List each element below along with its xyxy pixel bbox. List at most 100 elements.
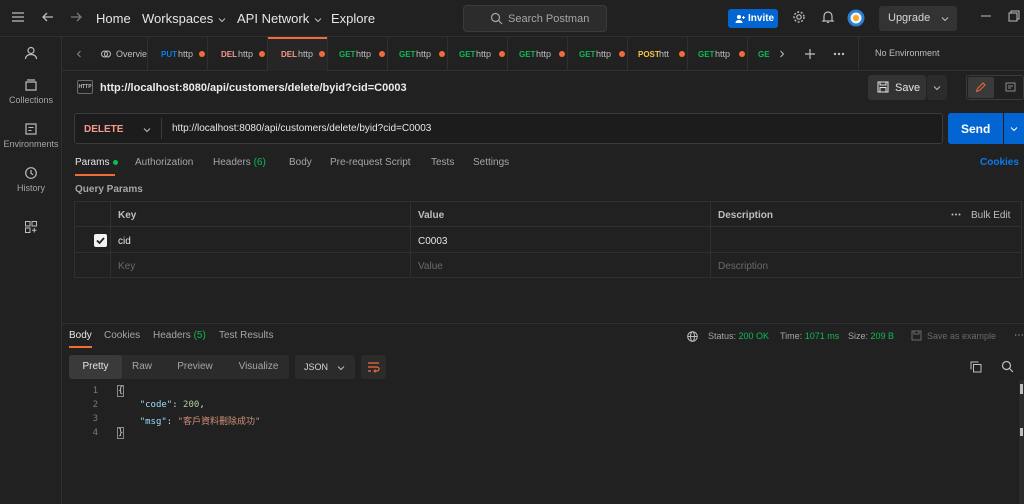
tab-request[interactable]: POST htt (628, 37, 688, 71)
back-arrow-icon[interactable] (41, 10, 57, 26)
response-tab-test-results[interactable]: Test Results (219, 330, 273, 341)
pane-divider[interactable] (62, 323, 1024, 324)
sidebar-item-label: Collections (8, 95, 54, 105)
notification-bell-icon[interactable] (821, 10, 837, 26)
tab-request[interactable]: GE (748, 37, 770, 71)
line-number: 3 (92, 414, 98, 424)
cookies-link[interactable]: Cookies (980, 157, 1019, 168)
bulk-edit-link[interactable]: Bulk Edit (971, 210, 1010, 221)
restore-window-icon[interactable] (1008, 10, 1024, 26)
environment-select[interactable]: No Environment (875, 48, 940, 58)
value-placeholder[interactable]: Value (418, 261, 443, 272)
menu-icon[interactable] (11, 10, 27, 26)
search-input[interactable]: Search Postman (463, 5, 607, 32)
param-key[interactable]: cid (118, 236, 131, 247)
more-options-icon[interactable] (833, 52, 845, 56)
globe-icon[interactable] (687, 331, 698, 342)
nav-api-network[interactable]: API Network (237, 11, 322, 26)
tab-request[interactable]: DEL http (208, 37, 268, 71)
tab-method: PUT (161, 50, 177, 59)
nav-api-network-label: API Network (237, 11, 310, 26)
sidebar-item-user[interactable] (0, 46, 62, 63)
tab-params[interactable]: Params (75, 157, 119, 168)
view-visualize[interactable]: Visualize (228, 355, 289, 379)
tab-tests[interactable]: Tests (431, 157, 454, 168)
more-options-icon[interactable] (951, 213, 961, 216)
tab-request[interactable]: GET http (328, 37, 388, 71)
tab-label: http (715, 49, 731, 59)
tab-body[interactable]: Body (289, 157, 312, 168)
tab-request-active[interactable]: DEL http (268, 37, 328, 71)
view-raw[interactable]: Raw (122, 355, 162, 379)
key-placeholder[interactable]: Key (118, 261, 135, 272)
minimize-icon[interactable] (980, 10, 996, 26)
tab-request[interactable]: GET http (448, 37, 508, 71)
settings-gear-icon[interactable] (792, 10, 808, 26)
unsaved-dot (679, 51, 685, 57)
sidebar-item-label: Environments (3, 139, 59, 149)
wrap-lines-button[interactable] (361, 355, 386, 379)
tab-label: http (476, 49, 492, 59)
description-placeholder[interactable]: Description (718, 261, 768, 272)
tab-request[interactable]: GET http (688, 37, 748, 71)
upgrade-button[interactable]: Upgrade (879, 6, 957, 31)
sidebar-item-collections[interactable]: Collections (0, 78, 62, 105)
scrollbar-thumb[interactable] (1020, 428, 1023, 436)
save-as-example-button[interactable]: Save as example (927, 331, 996, 341)
unsaved-dot (739, 51, 745, 57)
scrollbar[interactable] (1019, 380, 1024, 504)
tab-request[interactable]: GET http (568, 37, 628, 71)
row-checkbox[interactable] (94, 234, 107, 247)
response-tab-body[interactable]: Body (69, 330, 92, 341)
response-tab-headers-label: Headers (153, 330, 191, 341)
method-select[interactable]: DELETE (84, 124, 123, 135)
divider (858, 37, 859, 71)
sidebar-item-history[interactable]: History (0, 166, 62, 193)
scroll-left-icon[interactable] (75, 50, 83, 58)
url-input[interactable]: http://localhost:8080/api/customers/dele… (172, 123, 431, 134)
tab-request[interactable]: PUT http (148, 37, 208, 71)
save-button[interactable]: Save (868, 75, 926, 100)
documentation-button[interactable] (997, 77, 1023, 98)
avatar[interactable] (847, 9, 865, 27)
response-status: Status: 200 OK (708, 331, 769, 341)
add-tab-icon[interactable] (804, 48, 816, 60)
unsaved-dot (199, 51, 205, 57)
edit-button[interactable] (968, 77, 994, 98)
nav-workspaces[interactable]: Workspaces (142, 11, 226, 26)
search-icon[interactable] (1001, 360, 1014, 373)
sidebar-item-environments[interactable]: Environments (0, 122, 62, 149)
more-options-icon[interactable]: ⋯ (1014, 330, 1024, 341)
nav-explore[interactable]: Explore (331, 11, 375, 26)
forward-arrow-icon[interactable] (69, 10, 85, 26)
save-icon (877, 81, 889, 93)
format-select[interactable]: JSON (295, 355, 355, 379)
view-preview[interactable]: Preview (162, 355, 228, 379)
nav-home[interactable]: Home (96, 11, 131, 26)
column-divider (410, 202, 411, 277)
close-brace: } (116, 427, 125, 439)
tab-headers[interactable]: Headers (6) (213, 157, 266, 168)
copy-icon[interactable] (970, 361, 982, 373)
param-value[interactable]: C0003 (418, 236, 447, 247)
sidebar-item-new[interactable] (0, 220, 62, 237)
tab-overview[interactable]: Overvie (94, 37, 148, 71)
save-options-button[interactable] (927, 75, 947, 100)
wrap-icon (367, 361, 380, 373)
tab-request[interactable]: GET http (388, 37, 448, 71)
scrollbar-thumb[interactable] (1020, 384, 1023, 394)
send-options-button[interactable] (1004, 113, 1024, 144)
tab-request[interactable]: GET http (508, 37, 568, 71)
response-tab-headers[interactable]: Headers (5) (153, 330, 206, 341)
tab-pre-request-script[interactable]: Pre-request Script (330, 157, 411, 168)
tab-settings[interactable]: Settings (473, 157, 509, 168)
response-tab-cookies[interactable]: Cookies (104, 330, 140, 341)
invite-button[interactable]: Invite (728, 9, 778, 28)
size-value: 209 B (870, 331, 895, 341)
scroll-right-icon[interactable] (778, 50, 786, 58)
request-title[interactable]: http://localhost:8080/api/customers/dele… (100, 82, 407, 94)
tab-authorization[interactable]: Authorization (135, 157, 193, 168)
active-dot (113, 159, 119, 165)
send-button[interactable]: Send (948, 113, 1003, 144)
view-pretty[interactable]: Pretty (69, 355, 122, 379)
